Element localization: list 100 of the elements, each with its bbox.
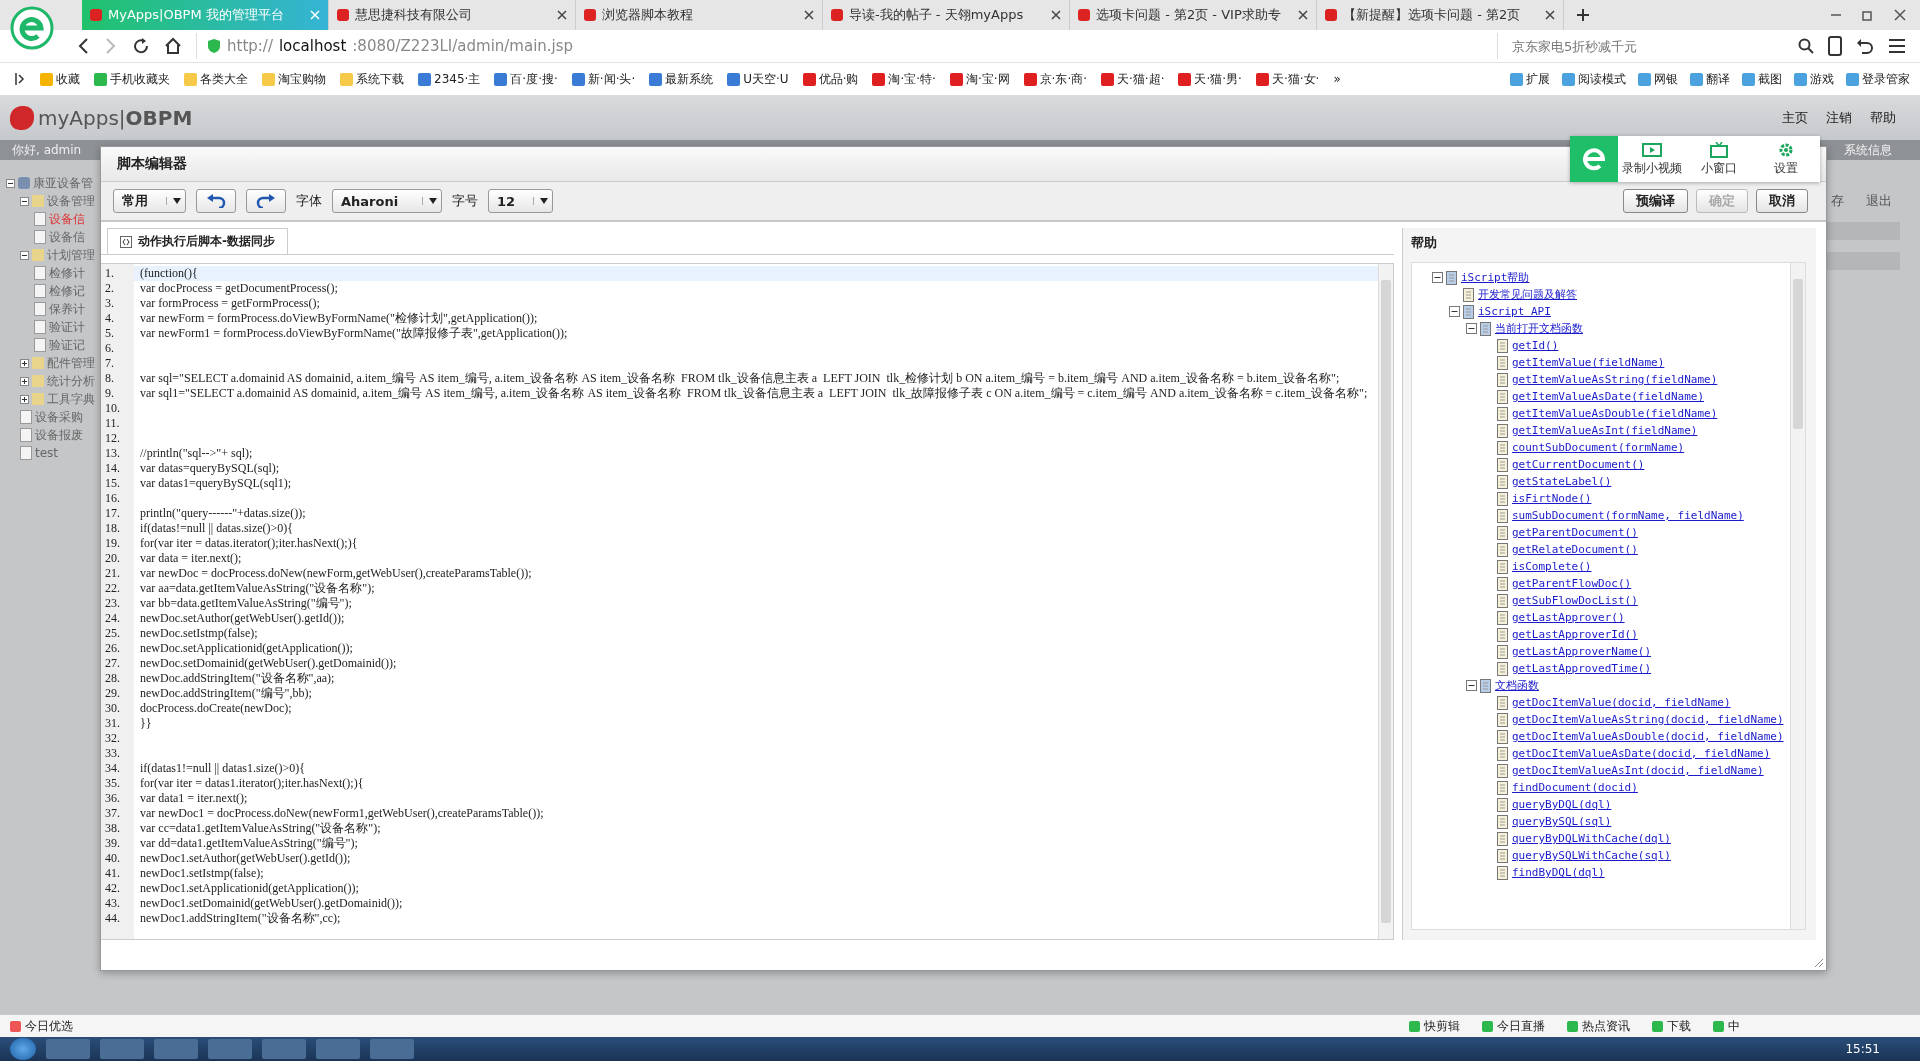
sidebar-item[interactable]: 设备采购: [0, 408, 100, 426]
bookmark-link[interactable]: 淘宝购物: [262, 70, 326, 88]
help-link[interactable]: iScript帮助: [1461, 270, 1530, 285]
script-tab[interactable]: 动作执行后脚本-数据同步: [107, 228, 288, 254]
close-icon[interactable]: [1545, 10, 1555, 20]
collapse-toggle-icon[interactable]: [1466, 323, 1477, 334]
header-link[interactable]: 帮助: [1870, 109, 1896, 127]
undo-icon[interactable]: [1856, 37, 1874, 55]
sidebar-item[interactable]: 验证记: [0, 336, 100, 354]
menu-icon[interactable]: [1888, 38, 1906, 54]
sidebar-item[interactable]: 统计分析: [0, 372, 100, 390]
action-link[interactable]: 退出: [1866, 192, 1892, 210]
status-link[interactable]: 中: [1713, 1017, 1740, 1035]
overlay-button[interactable]: 小窗口: [1685, 136, 1753, 182]
expand-toggle-icon[interactable]: [20, 196, 29, 206]
help-link[interactable]: queryByDQL(dql): [1512, 798, 1612, 811]
bookmark-link[interactable]: 京·东·商·: [1023, 70, 1088, 88]
help-link[interactable]: getSubFlowDocList(): [1512, 594, 1638, 607]
help-link[interactable]: findDocument(docid): [1512, 781, 1638, 794]
redo-button[interactable]: [246, 189, 286, 213]
toolbar-item[interactable]: 登录管家: [1846, 70, 1910, 88]
bookmark-link[interactable]: 天·猫·女·: [1255, 70, 1320, 88]
help-link[interactable]: getParentFlowDoc(): [1512, 577, 1632, 590]
help-link[interactable]: getLastApproverName(): [1512, 645, 1652, 658]
help-link[interactable]: getItemValueAsString(fieldName): [1512, 373, 1718, 386]
sidebar-item[interactable]: 检修记: [0, 282, 100, 300]
help-link[interactable]: queryByDQLWithCache(dql): [1512, 832, 1671, 845]
help-link[interactable]: getLastApproverId(): [1512, 628, 1638, 641]
sidebar-item[interactable]: 设备管理: [0, 192, 100, 210]
bookmark-link[interactable]: 新·闻·头·: [571, 70, 636, 88]
overlay-button[interactable]: 设置: [1752, 136, 1820, 182]
dialog-button[interactable]: 预编译: [1623, 189, 1688, 213]
phone-icon[interactable]: [1828, 36, 1842, 56]
sidebar-toggle-icon[interactable]: [14, 72, 26, 86]
expand-toggle-icon[interactable]: [20, 358, 29, 368]
sidebar-item[interactable]: 保养计: [0, 300, 100, 318]
help-link[interactable]: sumSubDocument(formName, fieldName): [1512, 509, 1744, 522]
help-link[interactable]: getDocItemValueAsDouble(docid, fieldName): [1512, 730, 1784, 743]
help-link[interactable]: countSubDocument(formName): [1512, 441, 1685, 454]
bookmark-link[interactable]: 优品·购: [802, 70, 859, 88]
category-dropdown[interactable]: 常用: [113, 189, 186, 213]
scrollbar[interactable]: [1790, 263, 1805, 929]
help-link[interactable]: getCurrentDocument(): [1512, 458, 1645, 471]
help-link[interactable]: getItemValueAsDate(fieldName): [1512, 390, 1705, 403]
sidebar-item[interactable]: 康亚设备管: [0, 174, 100, 192]
bookmark-link[interactable]: 淘·宝·特·: [872, 70, 936, 88]
sidebar-item[interactable]: 计划管理: [0, 246, 100, 264]
expand-toggle-icon[interactable]: [6, 178, 15, 188]
close-icon[interactable]: [557, 10, 567, 20]
help-link[interactable]: iScript API: [1478, 305, 1551, 318]
status-link[interactable]: 快剪辑: [1409, 1017, 1460, 1035]
toolbar-item[interactable]: 翻译: [1690, 70, 1730, 88]
help-link[interactable]: getItemValueAsInt(fieldName): [1512, 424, 1698, 437]
expand-toggle-icon[interactable]: [20, 394, 29, 404]
help-link[interactable]: queryBySQLWithCache(sql): [1512, 849, 1671, 862]
collapse-toggle-icon[interactable]: [1432, 272, 1443, 283]
start-button[interactable]: [10, 1038, 36, 1060]
search-icon[interactable]: [1798, 38, 1814, 54]
help-link[interactable]: queryBySQL(sql): [1512, 815, 1612, 828]
close-icon[interactable]: [804, 10, 814, 20]
sidebar-item[interactable]: 验证计: [0, 318, 100, 336]
help-link[interactable]: findByDQL(dql): [1512, 866, 1605, 879]
close-icon[interactable]: [1894, 9, 1906, 21]
expand-toggle-icon[interactable]: [20, 376, 29, 386]
toolbar-item[interactable]: 游戏: [1794, 70, 1834, 88]
status-link[interactable]: 今日直播: [1482, 1017, 1545, 1035]
bookmark-link[interactable]: 手机收藏夹: [94, 70, 170, 88]
collapse-toggle-icon[interactable]: [1466, 680, 1477, 691]
toolbar-item[interactable]: 截图: [1742, 70, 1782, 88]
help-link[interactable]: getItemValueAsDouble(fieldName): [1512, 407, 1718, 420]
undo-button[interactable]: [196, 189, 236, 213]
status-link[interactable]: 下载: [1652, 1017, 1691, 1035]
overlay-button[interactable]: 录制小视频: [1618, 136, 1686, 182]
toolbar-item[interactable]: 阅读模式: [1562, 70, 1626, 88]
font-dropdown[interactable]: Aharoni: [332, 189, 442, 213]
scrollbar[interactable]: [1378, 264, 1393, 939]
toolbar-item[interactable]: 网银: [1638, 70, 1678, 88]
back-icon[interactable]: [76, 37, 90, 55]
restore-icon[interactable]: [1862, 9, 1874, 21]
bookmark-link[interactable]: 2345·主: [418, 70, 481, 88]
more-bookmarks-button[interactable]: »: [1333, 72, 1341, 86]
help-link[interactable]: getRelateDocument(): [1512, 543, 1638, 556]
help-link[interactable]: getStateLabel(): [1512, 475, 1612, 488]
help-link[interactable]: getId(): [1512, 339, 1559, 352]
sidebar-item[interactable]: 检修计: [0, 264, 100, 282]
help-link[interactable]: getLastApprover(): [1512, 611, 1625, 624]
collapse-toggle-icon[interactable]: [1449, 306, 1460, 317]
toolbar-item[interactable]: 扩展: [1510, 70, 1550, 88]
help-link[interactable]: isComplete(): [1512, 560, 1592, 573]
code-editor[interactable]: [101, 263, 1394, 940]
header-link[interactable]: 注销: [1826, 109, 1852, 127]
help-link[interactable]: getItemValue(fieldName): [1512, 356, 1665, 369]
close-icon[interactable]: [1051, 10, 1061, 20]
bookmark-link[interactable]: 最新系统: [649, 70, 714, 88]
close-icon[interactable]: [1298, 10, 1308, 20]
home-icon[interactable]: [164, 37, 182, 55]
help-link[interactable]: isFirtNode(): [1512, 492, 1592, 505]
font-size-dropdown[interactable]: 12: [488, 189, 554, 213]
help-link[interactable]: getDocItemValueAsInt(docid, fieldName): [1512, 764, 1764, 777]
bookmark-link[interactable]: 收藏: [40, 70, 80, 88]
